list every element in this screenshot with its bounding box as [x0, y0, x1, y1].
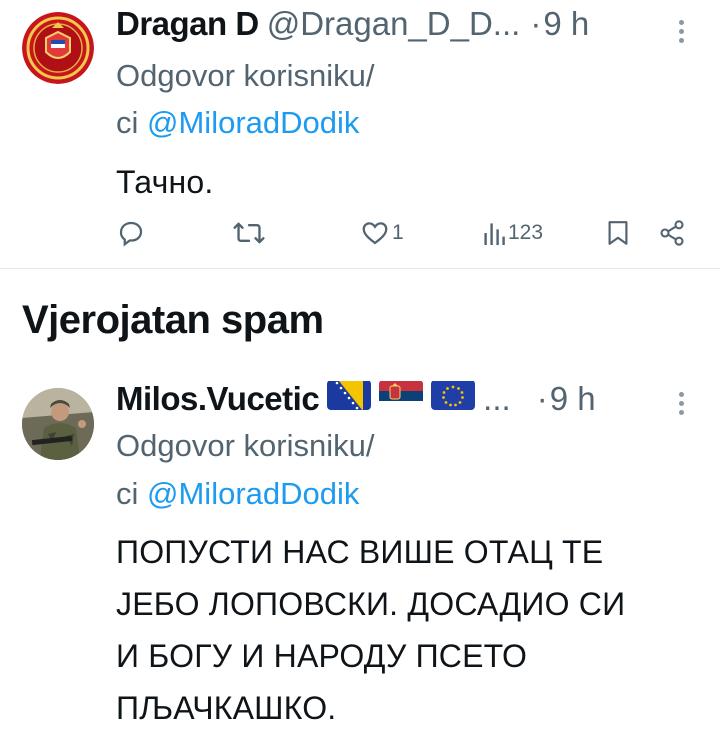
views-icon [484, 223, 505, 245]
bookmark-button[interactable] [606, 218, 630, 248]
views-count: 123 [508, 221, 544, 244]
reply-prefix: Odgovor korisniku/ [116, 428, 375, 463]
timestamp[interactable]: 9 h [543, 4, 589, 44]
like-icon [362, 222, 388, 245]
name-ellipsis: ... [483, 380, 511, 417]
timestamp[interactable]: 9 h [550, 379, 596, 419]
eu-flag-icon [431, 380, 476, 410]
reply-context-line2: ci @MiloradDodik [116, 103, 359, 143]
avatar[interactable] [22, 388, 94, 460]
reply-ci: ci [116, 476, 139, 511]
reply-context-line2: ci @MiloradDodik [116, 474, 359, 514]
mention-link[interactable]: @MiloradDodik [147, 476, 359, 511]
display-name[interactable]: Dragan D [116, 4, 259, 44]
views-button[interactable]: 123 [482, 218, 543, 248]
share-button[interactable] [658, 218, 686, 248]
reply-ci: ci [116, 105, 139, 140]
tweet-text-line: ПОПУСТИ НАС ВИШЕ ОТАЦ ТЕ [116, 534, 604, 570]
user-handle[interactable]: @Dragan_D_D... [267, 4, 521, 44]
reply-button[interactable] [116, 218, 146, 248]
tweet-milos[interactable]: Milos.Vucetic ... · 9 h Odgovor korisnik… [0, 370, 720, 729]
tweet-text: ПОПУСТИ НАС ВИШЕ ОТАЦ ТЕ ЈЕБО ЛОПОВСКИ. … [116, 526, 625, 734]
reply-icon [119, 221, 143, 247]
tweet-actions: 1 123 [0, 216, 720, 256]
more-options-icon[interactable] [679, 20, 685, 43]
reply-context: Odgovor korisniku/ [116, 426, 374, 466]
mention-link[interactable]: @MiloradDodik [147, 105, 359, 140]
section-title: Vjerojatan spam [22, 298, 324, 342]
divider [0, 268, 720, 269]
separator-dot: · [530, 5, 542, 42]
tweet-text-line: ЈЕБО ЛОПОВСКИ. ДОСАДИО СИ [116, 586, 626, 622]
tweet-text-line: И БОГУ И НАРОДУ ПСЕТО [116, 638, 528, 674]
serbia-flag-icon [379, 380, 424, 410]
tweet-text: Тачно. [116, 164, 214, 200]
reply-context: Odgovor korisniku/ [116, 56, 374, 96]
bosnia-flag-icon [327, 380, 372, 410]
tweet-dragan[interactable]: Dragan D @Dragan_D_D... · 9 h Odgovor ko… [0, 0, 720, 268]
retweet-button[interactable] [232, 218, 266, 248]
bookmark-icon [608, 221, 628, 245]
share-icon [660, 220, 684, 246]
more-options-icon[interactable] [679, 392, 685, 415]
display-name[interactable]: Milos.Vucetic [116, 379, 320, 419]
retweet-icon [233, 222, 265, 244]
like-button[interactable]: 1 [360, 218, 404, 248]
like-count: 1 [392, 221, 404, 244]
reply-prefix: Odgovor korisniku/ [116, 58, 375, 93]
separator-dot: · [536, 380, 548, 417]
tweet-text-line: ПЉАЧКАШКО. [116, 690, 337, 726]
avatar[interactable] [22, 12, 94, 84]
